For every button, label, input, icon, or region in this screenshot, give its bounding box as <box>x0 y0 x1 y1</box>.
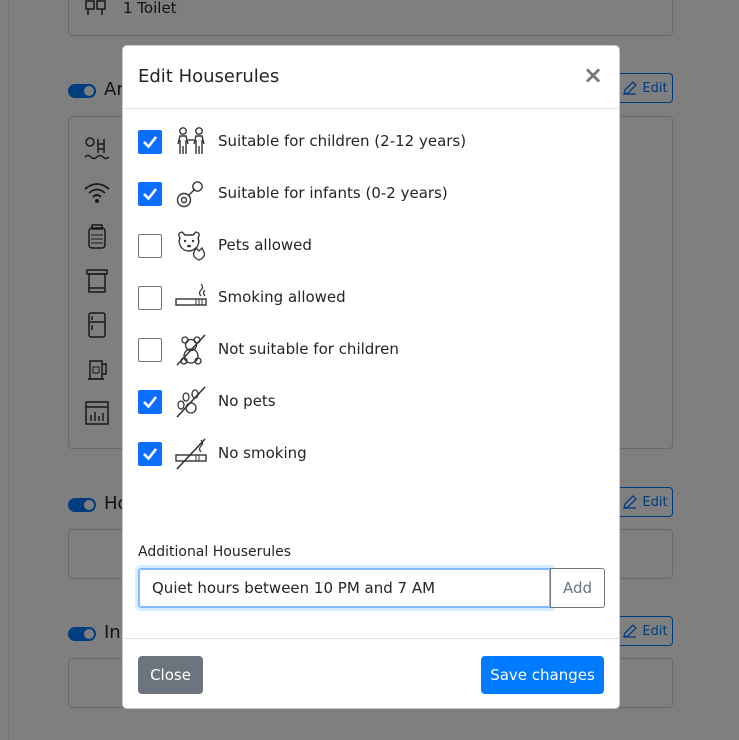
checkbox-no-pets[interactable] <box>138 390 162 414</box>
modal-header: Edit Houserules × <box>123 46 619 109</box>
rule-row-not-suitable-children[interactable]: Not suitable for children <box>138 332 598 368</box>
pets-icon <box>178 231 206 261</box>
modal-title: Edit Houserules <box>138 66 280 87</box>
no-smoking-icon <box>175 438 207 470</box>
checkmark-icon <box>143 448 158 461</box>
save-changes-button[interactable]: Save changes <box>481 656 604 694</box>
rule-label: Smoking allowed <box>218 288 346 306</box>
additional-houserules-label: Additional Houserules <box>138 544 292 560</box>
children-icon <box>177 127 205 154</box>
cigarette-icon <box>175 283 207 306</box>
checkbox-no-smoking[interactable] <box>138 442 162 466</box>
rule-row-infants[interactable]: Suitable for infants (0-2 years) <box>138 176 598 212</box>
modal-footer: Close Save changes <box>123 638 619 708</box>
no-children-icon <box>176 334 206 366</box>
close-button[interactable]: Close <box>138 656 203 694</box>
rule-label: No pets <box>218 392 276 410</box>
checkmark-icon <box>143 136 158 149</box>
rule-row-children[interactable]: Suitable for children (2-12 years) <box>138 124 598 160</box>
rule-row-pets-allowed[interactable]: Pets allowed <box>138 228 598 264</box>
checkbox-infants[interactable] <box>138 182 162 206</box>
edit-houserules-modal: Edit Houserules × Suitable for children … <box>122 45 620 709</box>
checkmark-icon <box>143 188 158 201</box>
rule-label: No smoking <box>218 444 307 462</box>
rule-label: Pets allowed <box>218 236 312 254</box>
add-button[interactable]: Add <box>550 568 605 608</box>
checkbox-children[interactable] <box>138 130 162 154</box>
rule-row-no-smoking[interactable]: No smoking <box>138 436 598 472</box>
rule-label: Suitable for infants (0-2 years) <box>218 184 448 202</box>
close-icon[interactable]: × <box>583 63 603 87</box>
checkbox-pets-allowed[interactable] <box>138 234 162 258</box>
rule-label: Suitable for children (2-12 years) <box>218 132 467 150</box>
checkbox-smoking-allowed[interactable] <box>138 286 162 310</box>
pacifier-icon <box>176 181 203 208</box>
rule-label: Not suitable for children <box>218 340 399 358</box>
checkmark-icon <box>143 396 158 409</box>
additional-houserules-input[interactable] <box>138 568 551 608</box>
rule-row-smoking-allowed[interactable]: Smoking allowed <box>138 280 598 316</box>
checkbox-not-suitable-children[interactable] <box>138 338 162 362</box>
rule-row-no-pets[interactable]: No pets <box>138 384 598 420</box>
no-pets-icon <box>176 386 206 418</box>
